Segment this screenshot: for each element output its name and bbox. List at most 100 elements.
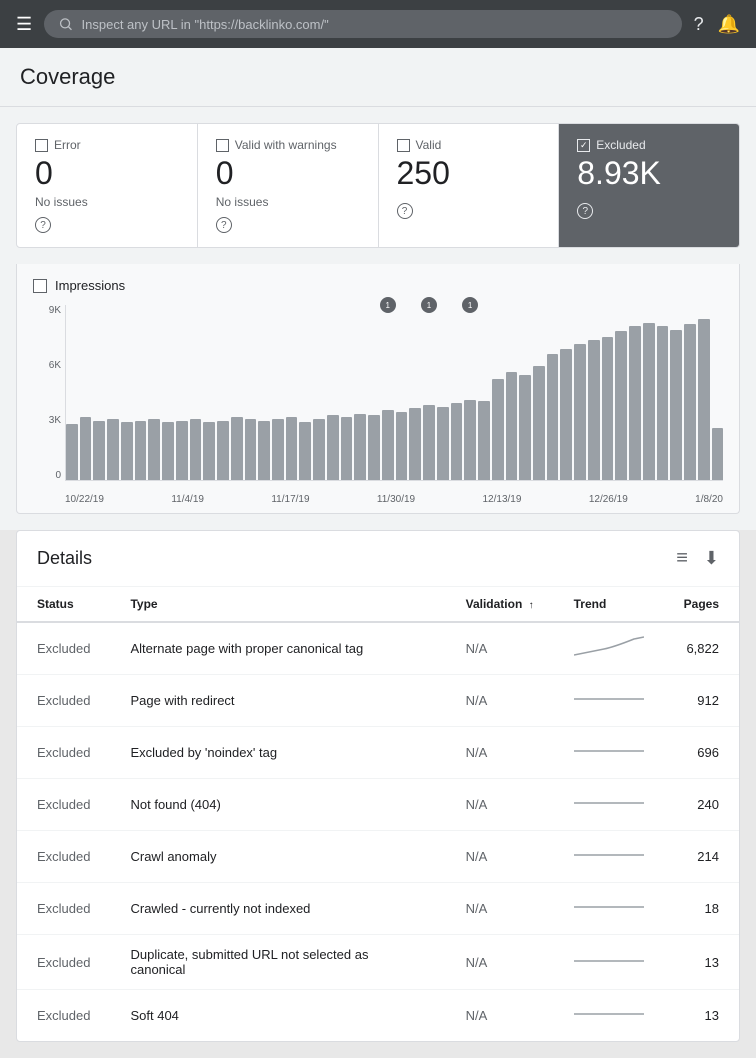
chart-bar-group	[533, 305, 545, 480]
td-type: Excluded by 'noindex' tag	[110, 727, 445, 779]
details-actions: ≡ ⬇	[676, 547, 719, 570]
trend-flat-icon	[574, 791, 644, 815]
td-trend	[554, 935, 664, 990]
chart-bar-group	[66, 305, 78, 480]
chart-bar-group	[684, 305, 696, 480]
chart-bar-group	[602, 305, 614, 480]
chart-bar-group	[451, 305, 463, 480]
chart-bar-group	[245, 305, 257, 480]
valid-checkbox[interactable]	[397, 139, 410, 152]
chart-bar	[66, 424, 78, 480]
chart-bar-group	[396, 305, 408, 480]
chart-bar-group	[121, 305, 133, 480]
chart-bar-group	[231, 305, 243, 480]
chart-bar-group	[368, 305, 380, 480]
td-trend	[554, 831, 664, 883]
error-checkbox[interactable]	[35, 139, 48, 152]
chart-bar	[176, 421, 188, 481]
valid-warnings-help-icon[interactable]: ?	[216, 217, 232, 233]
filter-icon[interactable]: ≡	[676, 547, 688, 570]
col-status: Status	[17, 587, 110, 622]
chart-bar-group	[629, 305, 641, 480]
td-validation: N/A	[446, 883, 554, 935]
chart-bar-group	[574, 305, 586, 480]
chart-bar-group	[162, 305, 174, 480]
col-type: Type	[110, 587, 445, 622]
chart-bar-group	[698, 305, 710, 480]
impressions-checkbox[interactable]	[33, 279, 47, 293]
x-label-2: 11/4/19	[171, 494, 204, 505]
chart-bar	[286, 417, 298, 480]
summary-card-valid-warnings[interactable]: Valid with warnings 0 No issues ?	[198, 124, 379, 247]
chart-section: Impressions 9K 6K 3K 0 111 10/22/19 11/4…	[0, 264, 756, 530]
col-trend: Trend	[554, 587, 664, 622]
x-label-6: 12/26/19	[589, 494, 628, 505]
td-pages: 6,822	[664, 622, 739, 675]
trend-flat-icon	[574, 687, 644, 711]
chart-bar	[478, 401, 490, 480]
td-validation: N/A	[446, 622, 554, 675]
excluded-help-icon[interactable]: ?	[577, 203, 593, 219]
help-icon[interactable]: ?	[694, 14, 704, 35]
chart-bar-group: 1	[423, 305, 435, 480]
excluded-value: 8.93K	[577, 156, 721, 191]
table-row[interactable]: ExcludedAlternate page with proper canon…	[17, 622, 739, 675]
td-pages: 240	[664, 779, 739, 831]
chart-bar	[396, 412, 408, 480]
chart-bar	[341, 417, 353, 480]
chart-bar	[657, 326, 669, 480]
table-row[interactable]: ExcludedDuplicate, submitted URL not sel…	[17, 935, 739, 990]
col-validation[interactable]: Validation ↑	[446, 587, 554, 622]
td-pages: 214	[664, 831, 739, 883]
td-pages: 13	[664, 935, 739, 990]
chart-bar	[519, 375, 531, 480]
details-title: Details	[37, 548, 92, 569]
summary-card-excluded[interactable]: ✓ Excluded 8.93K ?	[559, 124, 739, 247]
error-help-icon[interactable]: ?	[35, 217, 51, 233]
chart-bar-group	[203, 305, 215, 480]
chart-bar	[368, 415, 380, 480]
td-type: Duplicate, submitted URL not selected as…	[110, 935, 445, 990]
search-input[interactable]	[82, 17, 668, 32]
details-table: Status Type Validation ↑ Trend Pages Exc…	[17, 587, 739, 1041]
chart-bar-group	[588, 305, 600, 480]
table-row[interactable]: ExcludedNot found (404)N/A 240	[17, 779, 739, 831]
chart-annotation: 1	[462, 297, 478, 313]
table-row[interactable]: ExcludedSoft 404N/A 13	[17, 990, 739, 1042]
table-row[interactable]: ExcludedExcluded by 'noindex' tagN/A 696	[17, 727, 739, 779]
chart-bar-group	[217, 305, 229, 480]
details-tbody: ExcludedAlternate page with proper canon…	[17, 622, 739, 1041]
chart-bar-group	[286, 305, 298, 480]
table-row[interactable]: ExcludedPage with redirectN/A 912	[17, 675, 739, 727]
page-header: Coverage	[0, 48, 756, 107]
chart-bar	[203, 422, 215, 480]
chart-bar	[245, 419, 257, 480]
search-bar[interactable]	[44, 10, 681, 38]
summary-section: Error 0 No issues ? Valid with warnings …	[0, 107, 756, 264]
table-row[interactable]: ExcludedCrawled - currently not indexedN…	[17, 883, 739, 935]
td-type: Crawled - currently not indexed	[110, 883, 445, 935]
trend-flat-icon	[574, 949, 644, 973]
impressions-row[interactable]: Impressions	[33, 278, 723, 293]
chart-bar	[272, 419, 284, 480]
download-icon[interactable]: ⬇	[704, 548, 719, 569]
chart-bar-group	[437, 305, 449, 480]
hamburger-icon[interactable]: ☰	[16, 14, 32, 35]
summary-card-valid[interactable]: Valid 250 ?	[379, 124, 560, 247]
chart-bar	[643, 323, 655, 481]
td-status: Excluded	[17, 675, 110, 727]
td-type: Crawl anomaly	[110, 831, 445, 883]
excluded-checkbox[interactable]: ✓	[577, 139, 590, 152]
chart-bar-group	[313, 305, 325, 480]
valid-help-icon[interactable]: ?	[397, 203, 413, 219]
chart-bar	[615, 331, 627, 480]
td-status: Excluded	[17, 831, 110, 883]
valid-warnings-checkbox[interactable]	[216, 139, 229, 152]
impressions-label: Impressions	[55, 278, 125, 293]
notification-icon[interactable]: 🔔	[718, 14, 740, 35]
table-row[interactable]: ExcludedCrawl anomalyN/A 214	[17, 831, 739, 883]
td-trend	[554, 883, 664, 935]
chart-bar	[629, 326, 641, 480]
td-pages: 912	[664, 675, 739, 727]
summary-card-error[interactable]: Error 0 No issues ?	[17, 124, 198, 247]
